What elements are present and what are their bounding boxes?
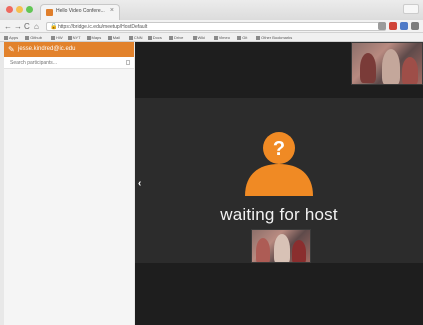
video-person <box>274 234 290 262</box>
video-person <box>402 57 418 84</box>
home-icon[interactable]: ⌂ <box>34 21 39 32</box>
bookmark-item[interactable]: Wiki <box>192 35 206 40</box>
favicon-icon <box>46 9 53 16</box>
bookmark-icon <box>256 35 261 40</box>
document-icon <box>126 60 130 65</box>
reload-icon[interactable]: C <box>24 21 30 32</box>
search-input[interactable] <box>10 59 120 67</box>
video-person <box>360 53 376 83</box>
host-avatar-icon: ? <box>245 132 313 196</box>
menu-icon[interactable] <box>411 22 419 30</box>
minimize-window-button[interactable] <box>16 6 23 13</box>
maximize-window-button[interactable] <box>26 6 33 13</box>
bookmark-label: Drive <box>174 35 184 40</box>
profile-button[interactable] <box>403 4 419 14</box>
sidebar: ✎ jesse.kindred@ic.edu <box>4 42 134 325</box>
bookmark-icon <box>4 35 8 40</box>
pencil-icon[interactable]: ✎ <box>8 45 15 54</box>
bookmark-item[interactable]: Docs <box>147 35 162 40</box>
bookmark-item[interactable]: Github <box>25 35 42 40</box>
question-mark: ? <box>273 138 285 160</box>
url-text: https://bridge.ic.edu/meetup/HostDefault <box>58 24 148 30</box>
back-arrow-icon[interactable]: ← <box>4 21 12 32</box>
video-person <box>382 49 400 84</box>
browser-navbar: ← → C ⌂ 🔒 https://bridge.ic.edu/meetup/H… <box>0 20 423 33</box>
bookmark-item[interactable]: Git <box>237 35 247 40</box>
bookmark-label: HW <box>56 35 63 40</box>
user-email: jesse.kindred@ic.edu <box>18 46 76 52</box>
bookmarks-bar: Apps Github HW NYT Maps Mail CNN Docs Drive Wiki V… <box>0 33 423 42</box>
bookmark-icon <box>147 35 152 40</box>
bookmark-label: Other Bookmarks <box>261 35 293 40</box>
self-video-thumbnail[interactable] <box>251 229 311 263</box>
extension-icon[interactable] <box>378 22 386 30</box>
bookmark-icon <box>86 35 91 40</box>
bookmark-item[interactable]: HW <box>51 35 63 40</box>
browser-tab[interactable]: Hello Video Confere... × <box>40 4 120 20</box>
bookmark-icon <box>67 35 72 40</box>
extension-icon[interactable] <box>389 22 397 30</box>
bookmark-item[interactable]: Apps <box>4 35 18 40</box>
forward-arrow-icon[interactable]: → <box>14 21 22 32</box>
bookmark-icon <box>51 35 55 40</box>
bookmark-label: Wiki <box>197 35 206 40</box>
lock-icon: 🔒 <box>50 24 58 30</box>
bookmark-label: Mail <box>112 35 121 40</box>
sidebar-header: ✎ jesse.kindred@ic.edu <box>4 42 134 57</box>
collapse-sidebar-icon[interactable]: ‹ <box>138 178 141 189</box>
video-stage: ‹ ? waiting for host <box>135 42 423 325</box>
screen: Hello Video Confere... × ← → C ⌂ 🔒 https… <box>0 0 423 325</box>
bookmark-label: Vimeo <box>218 35 230 40</box>
extension-icons <box>378 22 419 30</box>
bookmark-icon <box>107 35 112 40</box>
bookmark-label: Maps <box>91 35 102 40</box>
sidebar-search <box>4 57 134 69</box>
bookmark-icon <box>192 35 197 40</box>
address-bar[interactable]: 🔒 https://bridge.ic.edu/meetup/HostDefau… <box>46 22 386 31</box>
bookmark-label: Github <box>30 35 42 40</box>
bookmark-item[interactable]: NYT <box>67 35 81 40</box>
browser-titlebar: Hello Video Confere... × <box>0 0 423 20</box>
bookmark-icon <box>169 35 173 40</box>
bookmark-label: CNN <box>133 35 143 40</box>
tab-close-icon[interactable]: × <box>110 7 114 14</box>
bookmark-icon <box>237 35 242 40</box>
extension-icon[interactable] <box>400 22 408 30</box>
waiting-status-text: waiting for host <box>220 205 338 224</box>
avatar-body <box>245 164 313 196</box>
bookmark-icon <box>25 35 30 40</box>
tab-title: Hello Video Confere... <box>56 8 105 14</box>
bookmark-item[interactable]: Other Bookmarks <box>256 35 292 40</box>
participant-video-thumbnail[interactable] <box>351 42 423 85</box>
close-window-button[interactable] <box>6 6 13 13</box>
bookmark-item[interactable]: Maps <box>86 35 102 40</box>
bookmark-item[interactable]: Drive <box>169 35 183 40</box>
video-person <box>292 240 306 262</box>
video-person <box>256 238 270 262</box>
bookmark-label: Git <box>242 35 248 40</box>
bookmark-item[interactable]: CNN <box>128 35 143 40</box>
bookmark-item[interactable]: Mail <box>107 35 121 40</box>
bookmark-label: NYT <box>72 35 81 40</box>
bookmark-label: Apps <box>9 35 19 40</box>
bookmark-icon <box>128 35 133 40</box>
bookmark-icon <box>213 35 218 40</box>
bookmark-item[interactable]: Vimeo <box>213 35 230 40</box>
bookmark-label: Docs <box>152 35 162 40</box>
